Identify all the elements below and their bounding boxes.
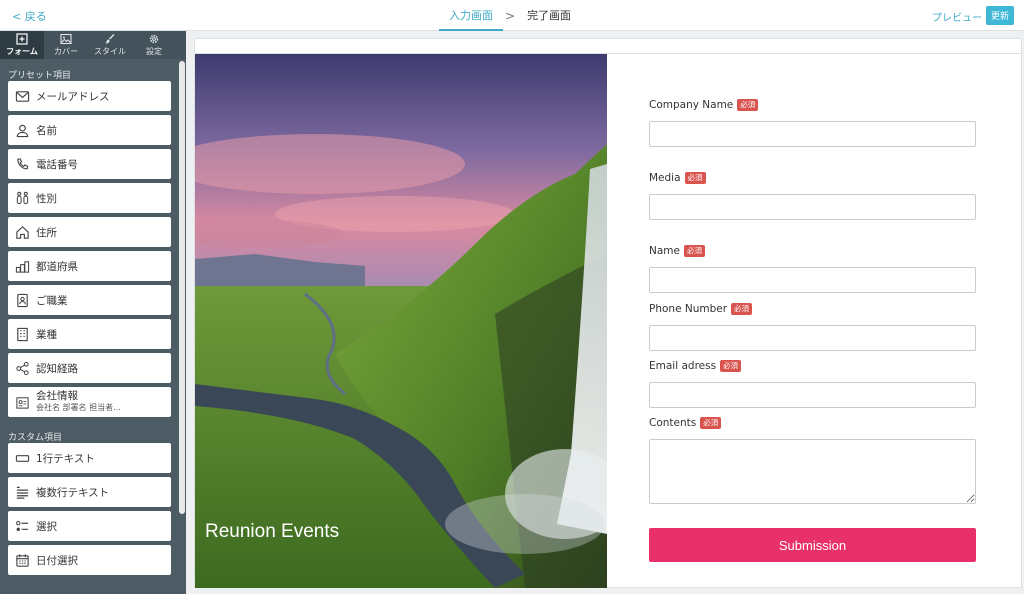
- name-input[interactable]: [649, 267, 976, 293]
- step-complete[interactable]: 完了画面: [517, 0, 581, 31]
- sidebar-item-name[interactable]: 名前: [8, 115, 171, 145]
- field-label: Name: [649, 245, 680, 257]
- cover-title: Reunion Events: [205, 521, 340, 542]
- tab-form-label: フォーム: [6, 47, 38, 56]
- sidebar-item-single-line-text[interactable]: 1行テキスト: [8, 443, 171, 473]
- sidebar-item-phone[interactable]: 電話番号: [8, 149, 171, 179]
- person-icon: [14, 122, 30, 138]
- gender-icon: [14, 190, 30, 206]
- sidebar-item-label: 名前: [36, 124, 57, 137]
- tab-style[interactable]: スタイル: [88, 31, 132, 59]
- required-badge: 必須: [683, 245, 705, 257]
- building-icon: [14, 326, 30, 342]
- sidebar-item-label: 日付選択: [36, 554, 78, 567]
- multi-line-icon: [14, 484, 30, 500]
- sidebar-item-email[interactable]: メールアドレス: [8, 81, 171, 111]
- list-select-icon: [14, 518, 30, 534]
- tab-form[interactable]: フォーム: [0, 31, 44, 59]
- required-badge: 必須: [684, 172, 706, 184]
- plus-square-icon: [16, 33, 28, 45]
- sidebar-item-label: 都道府県: [36, 260, 78, 273]
- badge-icon: [14, 292, 30, 308]
- sidebar-item-label: 1行テキスト: [36, 452, 95, 465]
- sidebar: フォーム カバー スタイル 設定 プリセット項目 メールアドレス 名前 電話番号…: [0, 31, 186, 594]
- required-badge: 必須: [720, 360, 742, 372]
- field-company-name: Company Name 必須: [649, 98, 976, 147]
- field-label: Company Name: [649, 99, 734, 111]
- mail-icon: [14, 88, 30, 104]
- field-media: Media 必須: [649, 171, 976, 220]
- sidebar-item-label: 複数行テキスト: [36, 486, 110, 499]
- field-phone-number: Phone Number 必須: [649, 302, 976, 351]
- field-label: Email adress: [649, 360, 717, 372]
- sidebar-item-label: ご職業: [36, 294, 68, 307]
- custom-heading: カスタム項目: [8, 433, 63, 443]
- single-line-icon: [14, 450, 30, 466]
- sidebar-item-select[interactable]: 選択: [8, 511, 171, 541]
- phone-icon: [14, 156, 30, 172]
- form-canvas: Reunion Events Company Name 必須 Media 必須 Na…: [194, 38, 1022, 588]
- tab-settings[interactable]: 設定: [132, 31, 176, 59]
- media-input[interactable]: [649, 194, 976, 220]
- preview-link[interactable]: プレビュー: [932, 9, 982, 24]
- field-label: Phone Number: [649, 303, 728, 315]
- sidebar-item-occupation[interactable]: ご職業: [8, 285, 171, 315]
- tab-style-label: スタイル: [94, 47, 126, 56]
- contents-textarea[interactable]: [649, 439, 976, 504]
- sidebar-item-label: 会社情報: [36, 390, 78, 402]
- sidebar-item-date-select[interactable]: 日付選択: [8, 545, 171, 575]
- step-indicator: 入力画面 > 完了画面: [439, 0, 581, 31]
- sidebar-scrollbar[interactable]: [179, 61, 185, 514]
- sidebar-item-label: 選択: [36, 520, 57, 533]
- submit-button[interactable]: Submission: [649, 528, 976, 562]
- map-buildings-icon: [14, 258, 30, 274]
- sidebar-item-sublabel: 会社名 部署名 担当者...: [36, 403, 121, 412]
- tab-settings-label: 設定: [146, 47, 162, 56]
- field-email: Email adress 必須: [649, 359, 976, 408]
- sidebar-item-company-info[interactable]: 会社情報 会社名 部署名 担当者...: [8, 387, 171, 417]
- tab-cover[interactable]: カバー: [44, 31, 88, 59]
- gear-icon: [149, 34, 159, 44]
- field-name: Name 必須: [649, 244, 976, 293]
- sidebar-item-multi-line-text[interactable]: 複数行テキスト: [8, 477, 171, 507]
- sidebar-item-label: メールアドレス: [36, 90, 110, 103]
- image-icon: [60, 33, 72, 45]
- calendar-icon: [14, 552, 30, 568]
- sidebar-item-address[interactable]: 住所: [8, 217, 171, 247]
- back-link[interactable]: < 戻る: [12, 8, 47, 24]
- sidebar-item-label: 住所: [36, 226, 57, 239]
- sidebar-item-label: 業種: [36, 328, 57, 341]
- sidebar-item-gender[interactable]: 性別: [8, 183, 171, 213]
- field-label: Media: [649, 172, 681, 184]
- sidebar-item-prefecture[interactable]: 都道府県: [8, 251, 171, 281]
- step-input[interactable]: 入力画面: [439, 0, 503, 31]
- sidebar-item-industry[interactable]: 業種: [8, 319, 171, 349]
- company-name-input[interactable]: [649, 121, 976, 147]
- sidebar-item-label: 認知経路: [36, 362, 78, 375]
- chevron-right-icon: >: [505, 8, 516, 23]
- sidebar-item-label: 性別: [36, 192, 57, 205]
- tab-cover-label: カバー: [54, 47, 78, 56]
- home-icon: [14, 224, 30, 240]
- sidebar-item-label: 電話番号: [36, 158, 78, 171]
- canvas-header-strip: [195, 39, 1021, 54]
- update-button[interactable]: 更新: [986, 6, 1014, 25]
- required-badge: 必須: [737, 99, 759, 111]
- preset-heading: プリセット項目: [8, 71, 72, 81]
- email-input[interactable]: [649, 382, 976, 408]
- required-badge: 必須: [731, 303, 753, 315]
- cover-image: Reunion Events: [195, 54, 607, 588]
- share-icon: [14, 360, 30, 376]
- field-contents: Contents 必須: [649, 416, 976, 504]
- field-label: Contents: [649, 417, 697, 429]
- company-card-icon: [14, 394, 30, 410]
- required-badge: 必須: [700, 417, 722, 429]
- phone-number-input[interactable]: [649, 325, 976, 351]
- top-bar: < 戻る 入力画面 > 完了画面 プレビュー 更新: [0, 0, 1024, 31]
- sidebar-tabs: フォーム カバー スタイル 設定: [0, 31, 186, 59]
- sidebar-item-referral[interactable]: 認知経路: [8, 353, 171, 383]
- brush-icon: [105, 34, 115, 44]
